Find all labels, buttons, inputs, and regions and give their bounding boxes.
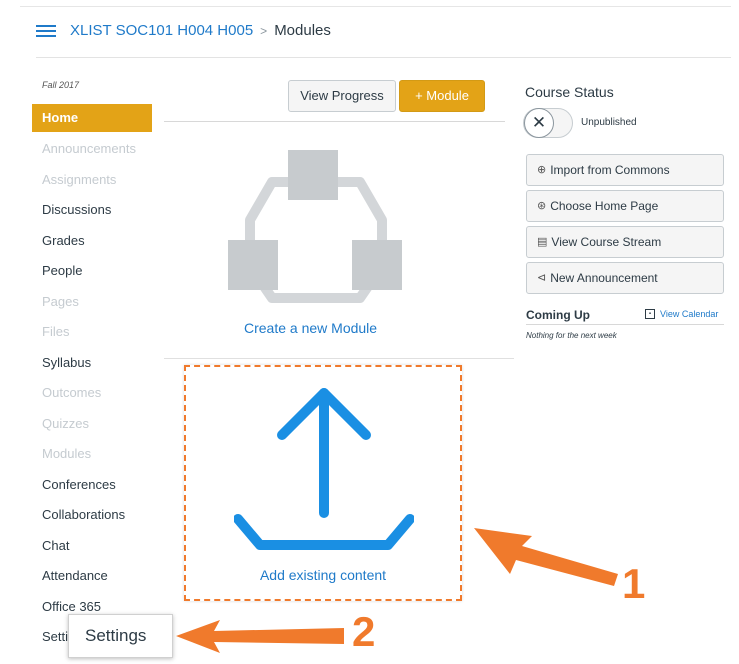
settings-callout[interactable]: Settings <box>68 614 173 658</box>
choose-home-page-button[interactable]: ⊛ Choose Home Page <box>526 190 724 222</box>
calendar-icon: ▪ <box>645 309 655 319</box>
top-divider <box>20 6 731 7</box>
callout-arrow-2-icon <box>176 620 344 653</box>
upload-icon <box>234 388 414 550</box>
add-module-button[interactable]: + Module <box>399 80 485 112</box>
choose-home-page-label: Choose Home Page <box>550 199 659 213</box>
hamburger-menu-icon[interactable] <box>36 24 56 38</box>
create-module-link[interactable]: Create a new Module <box>244 320 377 336</box>
import-from-commons-label: Import from Commons <box>550 163 670 177</box>
nav-item-attendance[interactable]: Attendance <box>32 561 152 592</box>
nav-item-chat[interactable]: Chat <box>32 531 152 562</box>
breadcrumb: XLIST SOC101 H004 H005 > Modules <box>36 22 331 39</box>
nav-item-modules[interactable]: Modules <box>32 439 152 470</box>
nav-item-discussions[interactable]: Discussions <box>32 195 152 226</box>
new-announcement-button[interactable]: ⊲ New Announcement <box>526 262 724 294</box>
view-course-stream-label: View Course Stream <box>551 235 662 249</box>
view-course-stream-button[interactable]: ▤ View Course Stream <box>526 226 724 258</box>
close-icon: ✕ <box>524 108 554 138</box>
announcement-icon: ⊲ <box>537 272 547 284</box>
nav-item-outcomes[interactable]: Outcomes <box>32 378 152 409</box>
breadcrumb-course-link[interactable]: XLIST SOC101 H004 H005 <box>70 22 253 39</box>
coming-up-divider <box>526 324 724 325</box>
publish-status-label: Unpublished <box>581 117 637 128</box>
stream-icon: ▤ <box>537 236 548 248</box>
term-label: Fall 2017 <box>42 80 80 90</box>
add-existing-content-link[interactable]: Add existing content <box>186 567 460 583</box>
view-calendar-label: View Calendar <box>660 309 719 319</box>
nav-item-quizzes[interactable]: Quizzes <box>32 409 152 440</box>
nav-item-conferences[interactable]: Conferences <box>32 470 152 501</box>
content-divider <box>164 358 514 359</box>
course-nav: Home Announcements Assignments Discussio… <box>32 104 152 653</box>
nav-item-grades[interactable]: Grades <box>32 226 152 257</box>
nav-item-announcements[interactable]: Announcements <box>32 134 152 165</box>
view-progress-button[interactable]: View Progress <box>288 80 396 112</box>
nav-item-files[interactable]: Files <box>32 317 152 348</box>
callout-number-2: 2 <box>352 608 376 655</box>
nav-item-assignments[interactable]: Assignments <box>32 165 152 196</box>
nav-item-collaborations[interactable]: Collaborations <box>32 500 152 531</box>
new-announcement-label: New Announcement <box>550 271 658 285</box>
callout-arrow-1-icon <box>474 528 618 586</box>
nav-item-pages[interactable]: Pages <box>32 287 152 318</box>
publish-toggle[interactable]: ✕ <box>523 108 573 138</box>
module-illustration-icon <box>228 150 402 303</box>
coming-up-title: Coming Up <box>526 308 590 322</box>
view-calendar-link[interactable]: ▪ View Calendar <box>645 309 718 319</box>
nav-item-home[interactable]: Home <box>32 104 152 132</box>
toolbar-divider <box>164 121 505 122</box>
add-existing-content-dropzone[interactable]: Add existing content <box>184 365 462 601</box>
coming-up-empty-text: Nothing for the next week <box>526 331 617 340</box>
home-page-icon: ⊛ <box>537 200 547 212</box>
nav-item-people[interactable]: People <box>32 256 152 287</box>
import-from-commons-button[interactable]: ⊕ Import from Commons <box>526 154 724 186</box>
commons-icon: ⊕ <box>537 164 547 176</box>
breadcrumb-separator: > <box>260 23 268 38</box>
nav-item-syllabus[interactable]: Syllabus <box>32 348 152 379</box>
course-status-title: Course Status <box>525 84 614 100</box>
breadcrumb-current: Modules <box>274 22 331 39</box>
header-divider <box>36 57 731 58</box>
callout-number-1: 1 <box>622 560 646 607</box>
